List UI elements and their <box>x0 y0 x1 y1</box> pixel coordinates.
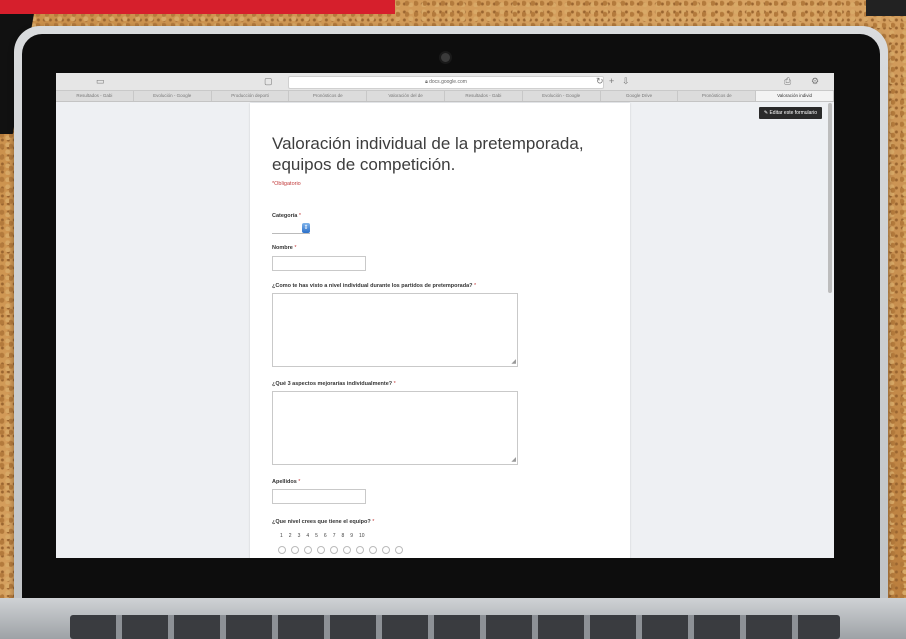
tab-bar: Resultados - Gabi Evolución - Google Pro… <box>56 91 834 102</box>
scale-radio[interactable] <box>317 546 325 554</box>
nivel-scale-labels: 1 2 3 4 5 6 7 8 9 10 <box>280 533 365 539</box>
required-mark: * <box>474 283 477 289</box>
question-label-como-visto: ¿Como te has visto a nivel individual du… <box>272 283 476 289</box>
nivel-scale-radios <box>278 546 403 554</box>
categoria-select[interactable]: ⇕ <box>272 223 310 234</box>
tab[interactable]: Producción deporti <box>212 91 290 101</box>
new-tab-icon[interactable]: + <box>609 76 614 86</box>
dropdown-arrow-icon[interactable]: ⇕ <box>302 223 310 233</box>
form-card: Valoración individual de la pretemporada… <box>250 103 630 558</box>
scale-radio[interactable] <box>304 546 312 554</box>
required-mark: * <box>298 479 301 485</box>
tab[interactable]: Pronósticos de <box>678 91 757 101</box>
scale-radio[interactable] <box>291 546 299 554</box>
scale-label: 3 <box>297 533 301 539</box>
scale-radio[interactable] <box>382 546 390 554</box>
question-text: Nombre <box>272 245 293 251</box>
tab-active[interactable]: Valoración individ <box>756 91 834 101</box>
tab[interactable]: Evolución - Google <box>523 91 601 101</box>
reload-icon[interactable]: ↻ <box>596 76 604 86</box>
aspectos-textarea[interactable]: ◢ <box>272 391 518 465</box>
nombre-input[interactable] <box>272 256 366 271</box>
tab[interactable]: Google Drive <box>601 91 679 101</box>
keyboard <box>70 615 840 639</box>
browser-toolbar: ▭ ▢ 🔒︎ docs.google.com ↻ + ⇩ ⎙ ⚙ <box>56 73 834 91</box>
laptop-screen: ▭ ▢ 🔒︎ docs.google.com ↻ + ⇩ ⎙ ⚙ Resulta… <box>56 73 834 558</box>
extension-icon[interactable]: ⎙ <box>784 76 791 86</box>
edit-form-label: Editar este formulario <box>769 110 817 116</box>
scale-label: 2 <box>288 533 292 539</box>
address-bar[interactable]: 🔒︎ docs.google.com <box>288 76 604 89</box>
apellidos-input[interactable] <box>272 489 366 504</box>
scale-label: 6 <box>323 533 327 539</box>
sidebar-icon[interactable]: ▭ <box>96 76 105 86</box>
como-visto-textarea[interactable]: ◢ <box>272 293 518 367</box>
question-label-apellidos: Apellidos * <box>272 479 300 485</box>
lock-icon: 🔒︎ <box>425 79 428 85</box>
scale-label: 10 <box>359 533 365 539</box>
scale-radio[interactable] <box>395 546 403 554</box>
required-mark: * <box>294 245 297 251</box>
question-text: Apellidos <box>272 479 297 485</box>
scale-label: 5 <box>315 533 318 539</box>
tab[interactable]: Pronósticos de <box>289 91 368 101</box>
question-text: Categoría <box>272 213 298 219</box>
page-scrollbar[interactable] <box>828 103 832 293</box>
webcam-icon <box>441 53 450 62</box>
url-text: docs.google.com <box>429 79 467 85</box>
tab[interactable]: Evolución - Google <box>134 91 212 101</box>
question-label-categoria: Categoría * <box>272 213 301 219</box>
pencil-icon: ✎ <box>763 110 769 116</box>
download-icon[interactable]: ⇩ <box>622 76 630 86</box>
dark-corner-strip <box>866 0 906 16</box>
scale-radio[interactable] <box>330 546 338 554</box>
tab[interactable]: Resultados - Gabi <box>445 91 523 101</box>
scale-radio[interactable] <box>343 546 351 554</box>
scale-radio[interactable] <box>369 546 377 554</box>
resize-grip-icon[interactable]: ◢ <box>511 457 516 463</box>
scale-label: 1 <box>280 533 283 539</box>
required-mark: * <box>372 519 375 525</box>
question-text: ¿Que nivel crees que tiene el equipo? <box>272 519 371 525</box>
required-mark: * <box>393 381 396 387</box>
question-label-nombre: Nombre * <box>272 245 296 251</box>
scale-radio[interactable] <box>356 546 364 554</box>
red-banner-strip <box>0 0 395 14</box>
scale-radio[interactable] <box>278 546 286 554</box>
form-title: Valoración individual de la pretemporada… <box>272 134 584 174</box>
resize-grip-icon[interactable]: ◢ <box>511 359 516 365</box>
required-mark: * <box>298 213 302 219</box>
question-label-nivel: ¿Que nivel crees que tiene el equipo? * <box>272 519 374 525</box>
required-note: *Obligatorio <box>272 181 301 187</box>
question-text: ¿Como te has visto a nivel individual du… <box>272 283 473 289</box>
scale-label: 7 <box>332 533 336 539</box>
scale-label: 4 <box>306 533 310 539</box>
scale-label: 9 <box>350 533 354 539</box>
tab[interactable]: Resultados - Gabi <box>56 91 134 101</box>
gear-icon[interactable]: ⚙ <box>811 76 819 86</box>
tab[interactable]: Valoración del de <box>367 91 445 101</box>
question-text: ¿Qué 3 aspectos mejorarías individualmen… <box>272 381 393 387</box>
scale-label: 8 <box>341 533 345 539</box>
edit-form-button[interactable]: ✎ Editar este formulario <box>758 107 822 119</box>
share-icon[interactable]: ▢ <box>264 76 273 86</box>
question-label-aspectos: ¿Qué 3 aspectos mejorarías individualmen… <box>272 381 396 387</box>
